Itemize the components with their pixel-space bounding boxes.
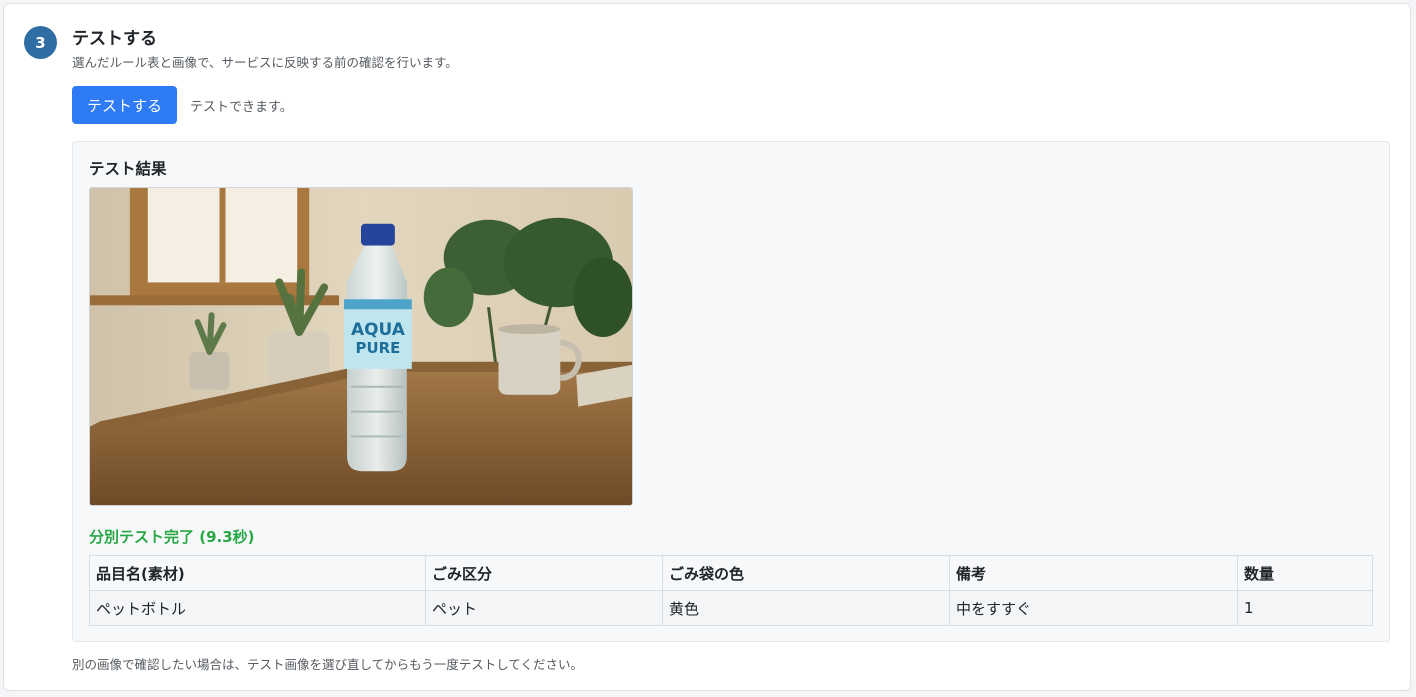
- step-description: 選んだルール表と画像で、サービスに反映する前の確認を行います。: [72, 55, 458, 70]
- table-header-row: 品目名(素材) ごみ区分 ごみ袋の色 備考 数量: [89, 555, 1373, 591]
- result-title: テスト結果: [89, 160, 167, 178]
- footer-note: 別の画像で確認したい場合は、テスト画像を選び直してからもう一度テストしてください…: [72, 657, 584, 672]
- cell-bag-color: 黄色: [662, 590, 950, 626]
- test-step-card: 3 テストする 選んだルール表と画像で、サービスに反映する前の確認を行います。 …: [3, 3, 1411, 691]
- bottle-label-line2: PURE: [356, 339, 401, 357]
- completion-status: 分別テスト完了 (9.3秒): [89, 528, 255, 546]
- column-header-category: ごみ区分: [425, 555, 663, 591]
- test-result-panel: テスト結果 AQUA PURE 分別テスト完了 (9.3秒) 品目名(素材) ご…: [72, 141, 1390, 642]
- test-image: AQUA PURE: [89, 187, 633, 506]
- column-header-quantity: 数量: [1237, 555, 1373, 591]
- column-header-bag-color: ごみ袋の色: [662, 555, 950, 591]
- column-header-item-name: 品目名(素材): [89, 555, 426, 591]
- cell-notes: 中をすすぐ: [949, 590, 1238, 626]
- test-status-text: テストできます。: [190, 100, 293, 115]
- result-table: 品目名(素材) ごみ区分 ごみ袋の色 備考 数量 ペットボトル ペット 黄色 中…: [89, 555, 1373, 626]
- step-number-badge: 3: [24, 26, 57, 59]
- cell-category: ペット: [425, 590, 663, 626]
- table-row: ペットボトル ペット 黄色 中をすすぐ 1: [89, 590, 1373, 626]
- step-title: テストする: [72, 29, 157, 49]
- test-photo-illustration: AQUA PURE: [90, 188, 632, 505]
- cell-item-name: ペットボトル: [89, 590, 426, 626]
- test-button[interactable]: テストする: [72, 86, 177, 124]
- cell-quantity: 1: [1237, 590, 1373, 626]
- column-header-notes: 備考: [949, 555, 1238, 591]
- bottle-label-line1: AQUA: [351, 319, 405, 339]
